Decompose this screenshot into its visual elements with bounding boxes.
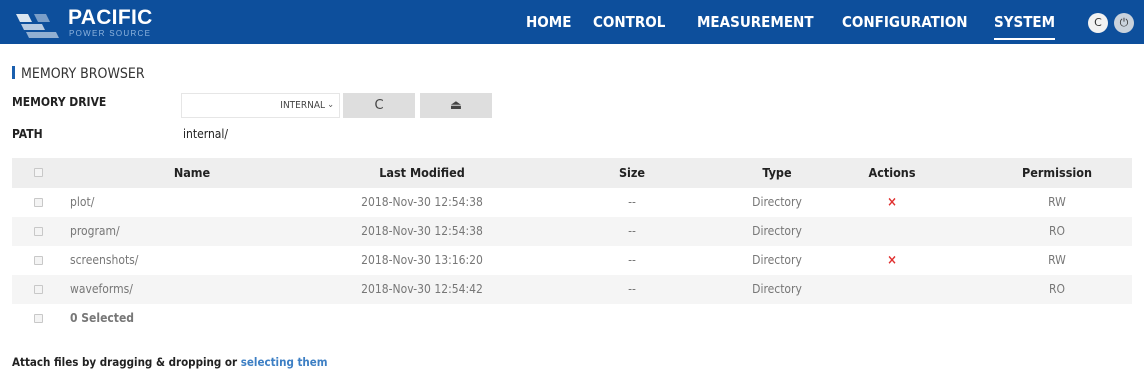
row-checkbox[interactable] [34, 285, 43, 294]
title-accent-bar [12, 66, 15, 79]
logo-name: PACIFIC [68, 6, 153, 29]
nav-home[interactable]: HOME [526, 0, 571, 44]
file-name-link[interactable]: program/ [70, 217, 120, 246]
permission: RW [1048, 195, 1066, 209]
header-actions: Actions [868, 165, 916, 180]
footer-checkbox[interactable] [34, 314, 43, 323]
nav-configuration[interactable]: CONFIGURATION [842, 0, 968, 44]
table-row[interactable]: waveforms/ 2018-Nov-30 12:54:42 -- Direc… [12, 275, 1132, 304]
select-files-link[interactable]: selecting them [241, 355, 328, 369]
table-row[interactable]: program/ 2018-Nov-30 12:54:38 -- Directo… [12, 217, 1132, 246]
header-last-modified[interactable]: Last Modified [312, 158, 532, 188]
last-modified: 2018-Nov-30 12:54:38 [361, 224, 483, 238]
chevron-down-icon: ⌄ [327, 100, 334, 110]
row-actions: × [822, 246, 962, 275]
file-size: -- [628, 224, 636, 238]
file-table: Name Last Modified Size Type Actions Per… [12, 158, 1132, 333]
logo-wave-icon [16, 14, 59, 38]
nav-measurement[interactable]: MEASUREMENT [697, 0, 814, 44]
refresh-icon[interactable]: C [1088, 13, 1108, 33]
row-checkbox[interactable] [34, 256, 43, 265]
pacific-logo[interactable]: PACIFIC POWER SOURCE [10, 4, 170, 42]
attach-text: Attach files by dragging & dropping or [12, 355, 241, 369]
file-size: -- [628, 195, 636, 209]
row-checkbox[interactable] [34, 227, 43, 236]
row-actions [822, 217, 962, 246]
file-size: -- [628, 282, 636, 296]
power-icon[interactable]: ⏻ [1114, 13, 1134, 33]
row-checkbox[interactable] [34, 198, 43, 207]
row-actions: × [822, 188, 962, 217]
table-header: Name Last Modified Size Type Actions Per… [12, 158, 1132, 188]
logo-subtitle: POWER SOURCE [69, 29, 152, 38]
table-row[interactable]: plot/ 2018-Nov-30 12:54:38 -- Directory … [12, 188, 1132, 217]
permission: RW [1048, 253, 1066, 267]
section-title-text: MEMORY BROWSER [21, 66, 145, 82]
permission: RO [1049, 224, 1065, 238]
select-all-checkbox[interactable] [34, 168, 43, 177]
section-title: MEMORY BROWSER [12, 66, 145, 82]
delete-icon[interactable]: × [887, 253, 897, 268]
delete-icon[interactable]: × [887, 195, 897, 210]
row-actions [822, 275, 962, 304]
file-name-link[interactable]: plot/ [70, 188, 94, 217]
nav-system[interactable]: SYSTEM [994, 0, 1056, 44]
file-size: -- [628, 253, 636, 267]
last-modified: 2018-Nov-30 12:54:42 [361, 282, 483, 296]
header-name[interactable]: Name [122, 158, 262, 188]
last-modified: 2018-Nov-30 13:16:20 [361, 253, 483, 267]
file-name-link[interactable]: screenshots/ [70, 246, 138, 275]
nav-control[interactable]: CONTROL [593, 0, 665, 44]
permission: RO [1049, 282, 1065, 296]
selected-count: 0 Selected [70, 311, 135, 325]
path-value: internal/ [183, 127, 229, 141]
header-size[interactable]: Size [577, 158, 687, 188]
memory-drive-value: INTERNAL [280, 100, 325, 111]
selection-footer-row: 0 Selected [12, 304, 1132, 333]
memory-drive-select[interactable]: INTERNAL ⌄ [181, 93, 340, 118]
file-name-link[interactable]: waveforms/ [70, 275, 133, 304]
top-nav-bar: PACIFIC POWER SOURCE HOME CONTROL MEASUR… [0, 0, 1144, 44]
eject-button[interactable]: ⏏ [420, 93, 492, 118]
attach-files-hint: Attach files by dragging & dropping or s… [12, 355, 328, 369]
header-permission[interactable]: Permission [982, 158, 1132, 188]
memory-drive-label: MEMORY DRIVE [12, 95, 107, 109]
path-label: PATH [12, 127, 43, 141]
table-row[interactable]: screenshots/ 2018-Nov-30 13:16:20 -- Dir… [12, 246, 1132, 275]
refresh-button[interactable]: C [343, 93, 415, 118]
last-modified: 2018-Nov-30 12:54:38 [361, 195, 483, 209]
